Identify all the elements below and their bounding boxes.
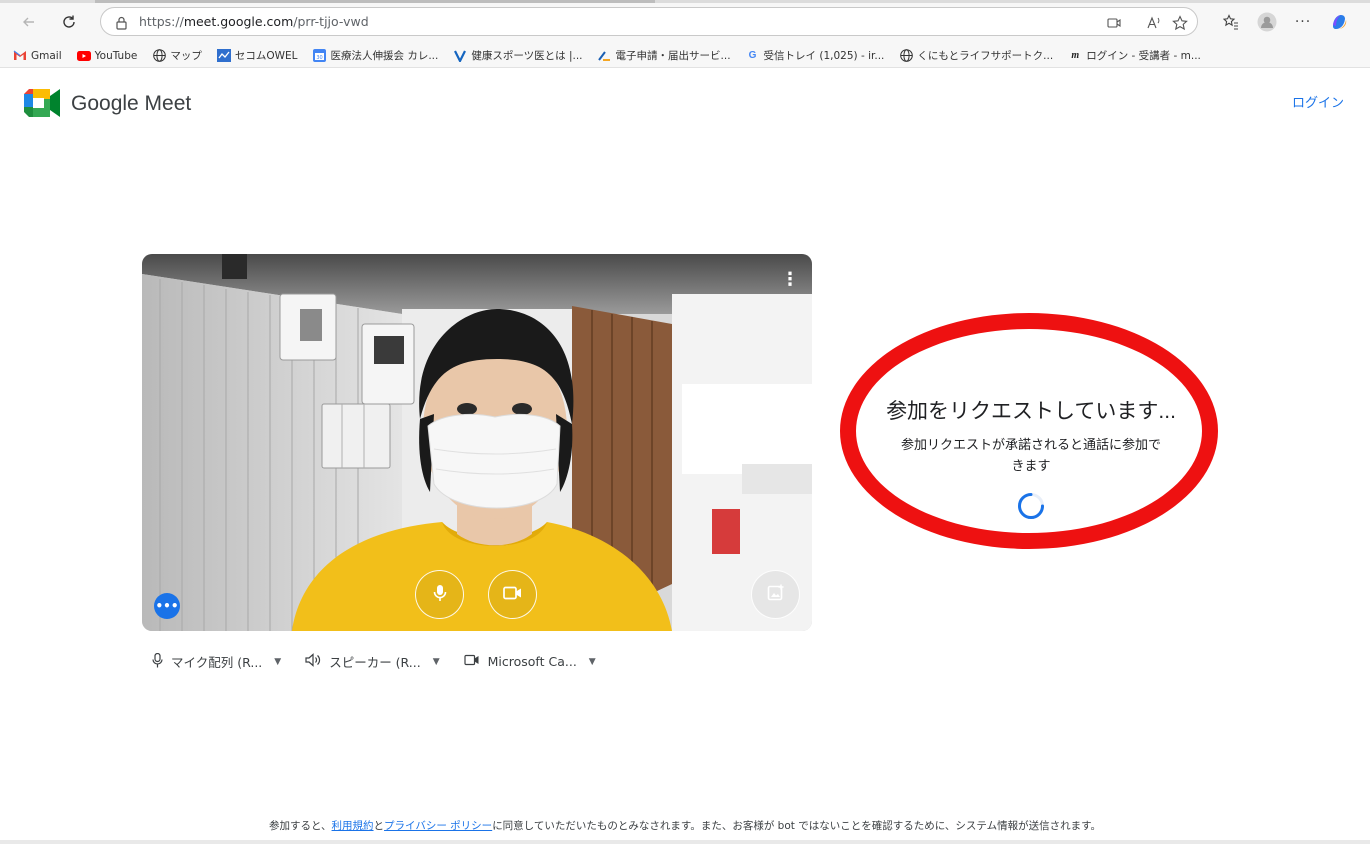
camera-feed-image bbox=[142, 254, 812, 631]
bookmark-maps[interactable]: マップ bbox=[152, 48, 202, 63]
bookmark-login[interactable]: m ログイン - 受講者 - m... bbox=[1068, 48, 1201, 63]
app-icon bbox=[216, 49, 231, 63]
browser-toolbar: https://meet.google.com/prr-tjjo-vwd ··· bbox=[0, 0, 1370, 44]
bookmarks-bar: Gmail YouTube マップ セコムOWEL 30 医療法人伸援会 カレ..… bbox=[0, 44, 1370, 68]
speaker-selector-label: スピーカー (R... bbox=[329, 655, 421, 670]
chevron-down-icon: ▼ bbox=[432, 656, 440, 667]
camera-selector[interactable]: Microsoft Ca... ▼ bbox=[464, 654, 596, 669]
copilot-icon[interactable] bbox=[1326, 9, 1352, 35]
globe-icon bbox=[899, 49, 913, 63]
lock-icon[interactable] bbox=[115, 15, 128, 34]
chevron-down-icon: ▼ bbox=[274, 656, 282, 667]
microphone-selector[interactable]: マイク配列 (R... ▼ bbox=[152, 652, 281, 671]
globe-icon bbox=[152, 49, 166, 63]
window-bottom-border bbox=[0, 840, 1370, 844]
login-link[interactable]: ログイン bbox=[1292, 92, 1344, 111]
bookmark-youtube[interactable]: YouTube bbox=[76, 49, 137, 63]
speaker-icon bbox=[305, 653, 321, 670]
bookmark-secom[interactable]: セコムOWEL bbox=[216, 48, 297, 63]
bookmark-kunimoto[interactable]: くにもとライフサポートク... bbox=[899, 48, 1053, 63]
microphone-selector-label: マイク配列 (R... bbox=[171, 655, 263, 670]
svg-text:30: 30 bbox=[316, 55, 322, 61]
bookmark-egov[interactable]: 電子申請・届出サービ... bbox=[598, 48, 731, 63]
loading-spinner-icon bbox=[1018, 493, 1044, 519]
device-selectors: マイク配列 (R... ▼ スピーカー (R... ▼ Microsoft Ca… bbox=[152, 652, 620, 671]
gmail-icon bbox=[13, 49, 27, 63]
active-tab-indicator[interactable] bbox=[95, 0, 655, 3]
refresh-icon[interactable] bbox=[56, 9, 82, 35]
e-gov-icon bbox=[598, 49, 612, 63]
self-video-preview: ⋮ ••• bbox=[142, 254, 812, 631]
back-icon[interactable] bbox=[16, 9, 42, 35]
speaker-selector[interactable]: スピーカー (R... ▼ bbox=[305, 652, 440, 671]
camera-selector-label: Microsoft Ca... bbox=[487, 654, 577, 669]
favorites-icon[interactable] bbox=[1218, 9, 1244, 35]
m-icon: m bbox=[1071, 50, 1080, 61]
terms-of-service-link[interactable]: 利用規約 bbox=[332, 820, 374, 832]
google-meet-logo[interactable] bbox=[24, 89, 62, 117]
camera-icon bbox=[502, 585, 523, 604]
join-status-title: 参加をリクエストしています... bbox=[886, 400, 1176, 423]
google-icon: G bbox=[748, 50, 757, 61]
calendar-icon: 30 bbox=[312, 49, 326, 63]
terms-notice: 参加すると、利用規約とプライバシー ポリシーに同意していただいたものとみなされま… bbox=[268, 820, 1102, 832]
bookmark-calendar[interactable]: 30 医療法人伸援会 カレ... bbox=[312, 48, 438, 63]
camera-button[interactable] bbox=[488, 570, 537, 619]
more-actions-button[interactable]: ••• bbox=[154, 593, 180, 619]
microphone-button[interactable] bbox=[415, 570, 464, 619]
app-available-icon[interactable] bbox=[1103, 12, 1125, 34]
url-text[interactable]: https://meet.google.com/prr-tjjo-vwd bbox=[139, 14, 369, 29]
microphone-icon bbox=[433, 584, 447, 606]
chevron-down-icon: ▼ bbox=[588, 656, 596, 667]
visual-effects-button[interactable] bbox=[751, 570, 800, 619]
read-aloud-icon[interactable] bbox=[1143, 12, 1165, 34]
privacy-policy-link[interactable]: プライバシー ポリシー bbox=[384, 820, 492, 832]
bookmark-sports[interactable]: 健康スポーツ医とは |... bbox=[453, 48, 583, 63]
bookmark-gmail[interactable]: Gmail bbox=[13, 49, 62, 63]
app-title: Google Meet bbox=[71, 92, 192, 115]
profile-avatar-icon[interactable] bbox=[1254, 9, 1280, 35]
v-icon bbox=[453, 49, 467, 63]
background-effects-icon bbox=[767, 584, 785, 606]
video-options-icon[interactable]: ⋮ bbox=[780, 269, 800, 290]
microphone-icon bbox=[152, 652, 163, 671]
favorite-star-icon[interactable] bbox=[1169, 12, 1191, 34]
camera-icon bbox=[464, 654, 480, 669]
bookmark-inbox[interactable]: G 受信トレイ (1,025) - ir... bbox=[746, 48, 885, 63]
more-options-icon[interactable]: ··· bbox=[1290, 9, 1316, 35]
youtube-icon bbox=[76, 49, 91, 63]
join-status-panel: 参加をリクエストしています... 参加リクエストが承諾されると通話に参加できます bbox=[866, 395, 1196, 525]
join-status-subtitle: 参加リクエストが承諾されると通話に参加できます bbox=[900, 438, 1161, 474]
address-bar[interactable]: https://meet.google.com/prr-tjjo-vwd bbox=[100, 7, 1198, 36]
